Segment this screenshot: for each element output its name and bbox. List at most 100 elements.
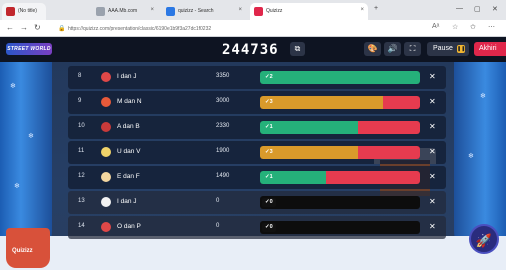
more-menu-icon[interactable]: ⋯ bbox=[488, 23, 495, 31]
player-score: 1490 bbox=[216, 173, 230, 179]
app-header: STREET WORLD 244736 ⧉ 🎨 🔊 ⛶ Pause ❚❚ Akh… bbox=[0, 37, 506, 62]
tab-close-icon[interactable]: × bbox=[360, 7, 364, 13]
pause-label: Pause bbox=[433, 45, 453, 52]
browser-tab-active[interactable]: Quizizz × bbox=[250, 3, 368, 20]
volume-icon: 🔊 bbox=[387, 44, 398, 53]
volume-button[interactable]: 🔊 bbox=[384, 42, 401, 56]
leaderboard: 8I dan J 3350 ✓2 ✕ 9 M dan N 3000 ✓3 ✕ 10 A dan B2… bbox=[68, 66, 446, 241]
rocket-icon: 🚀 bbox=[475, 233, 493, 248]
leaderboard-row: 11 U dan V 1900 ✓3 ✕ bbox=[68, 141, 446, 164]
url-field[interactable]: 🔒 https://quizizz.com/presentation/class… bbox=[58, 23, 418, 34]
new-tab-icon[interactable]: + bbox=[374, 5, 378, 12]
bar-wrong-segment bbox=[357, 146, 420, 159]
bar-partial-segment bbox=[260, 96, 384, 109]
snow-ground bbox=[0, 236, 506, 270]
pause-button[interactable]: Pause ❚❚ bbox=[427, 42, 469, 56]
player-score: 2330 bbox=[216, 123, 230, 129]
accuracy-bar: ✓1 bbox=[260, 121, 420, 134]
bar-correct-segment bbox=[260, 71, 420, 84]
game-code: 244736 bbox=[222, 42, 279, 58]
tab-label: quizizz - Search bbox=[178, 8, 214, 14]
accuracy-bar: ✓3 bbox=[260, 96, 420, 109]
snowflake-icon: ❄ bbox=[28, 133, 34, 140]
player-avatar-icon bbox=[101, 147, 111, 157]
player-score: 3350 bbox=[216, 73, 230, 79]
correct-count-badge: ✓2 bbox=[262, 73, 276, 82]
browser-tab[interactable]: (No title) bbox=[2, 3, 46, 20]
lock-icon: 🔒 bbox=[58, 26, 66, 32]
player-avatar-icon bbox=[101, 122, 111, 132]
remove-player-icon[interactable]: ✕ bbox=[429, 147, 436, 156]
tab-favicon-icon bbox=[254, 7, 263, 16]
maximize-icon[interactable]: ▢ bbox=[474, 5, 481, 13]
accuracy-bar: ✓0 bbox=[260, 221, 420, 234]
remove-player-icon[interactable]: ✕ bbox=[429, 122, 436, 131]
url-text: https://quizizz.com/presentation/classic… bbox=[68, 26, 212, 32]
tab-label: (No title) bbox=[18, 8, 37, 14]
tab-close-icon[interactable]: × bbox=[238, 7, 242, 13]
player-name: I dan J bbox=[117, 73, 137, 80]
player-avatar-icon bbox=[101, 172, 111, 182]
remove-player-icon[interactable]: ✕ bbox=[429, 172, 436, 181]
game-scene: ❄ ❄ ❄ ❄ ❄ Quizizz 8 I dan J 3350 ✓2 ✕ 9 M dan … bbox=[0, 62, 506, 270]
bar-wrong-segment bbox=[383, 96, 420, 109]
theme-button[interactable]: 🎨 bbox=[364, 42, 381, 56]
bar-wrong-segment bbox=[357, 121, 420, 134]
player-avatar-icon bbox=[101, 97, 111, 107]
rank-number: 12 bbox=[78, 173, 85, 179]
remove-player-icon[interactable]: ✕ bbox=[429, 97, 436, 106]
player-name: E dan F bbox=[117, 173, 140, 180]
player-avatar-icon bbox=[101, 72, 111, 82]
rank-number: 9 bbox=[78, 98, 82, 104]
player-score: 0 bbox=[216, 223, 220, 229]
favorite-star-icon[interactable]: ☆ bbox=[452, 23, 458, 31]
remove-player-icon[interactable]: ✕ bbox=[429, 222, 436, 231]
read-aloud-icon[interactable]: Aᵃ bbox=[432, 23, 439, 30]
player-name: A dan B bbox=[117, 123, 140, 130]
snowflake-icon: ❄ bbox=[10, 83, 16, 90]
browser-tab[interactable]: AAA.Mb.com × bbox=[92, 3, 158, 20]
correct-count: 2 bbox=[269, 74, 273, 80]
fullscreen-icon: ⛶ bbox=[409, 44, 416, 53]
accuracy-bar: ✓0 bbox=[260, 196, 420, 209]
bar-wrong-segment bbox=[325, 171, 420, 184]
player-avatar-icon bbox=[101, 222, 111, 232]
rank-number: 10 bbox=[78, 123, 85, 129]
remove-player-icon[interactable]: ✕ bbox=[429, 72, 436, 81]
correct-count: 3 bbox=[269, 99, 273, 105]
accuracy-bar: ✓2 bbox=[260, 71, 420, 84]
player-avatar-icon bbox=[101, 197, 111, 207]
rank-number: 11 bbox=[78, 148, 85, 154]
forward-arrow-icon[interactable]: → bbox=[20, 23, 28, 32]
copy-icon: ⧉ bbox=[294, 44, 301, 53]
rank-number: 8 bbox=[78, 73, 82, 79]
pause-icon: ❚❚ bbox=[457, 45, 466, 53]
correct-count-badge: ✓1 bbox=[262, 123, 276, 132]
copy-code-button[interactable]: ⧉ bbox=[290, 42, 305, 56]
fullscreen-button[interactable]: ⛶ bbox=[404, 42, 421, 56]
remove-player-icon[interactable]: ✕ bbox=[429, 197, 436, 206]
address-bar: ← → ↻ 🔒 https://quizizz.com/presentation… bbox=[0, 20, 506, 37]
correct-count-badge: ✓0 bbox=[262, 223, 276, 232]
accuracy-bar: ✓1 bbox=[260, 171, 420, 184]
tab-label: Quizizz bbox=[266, 8, 283, 14]
snowflake-icon: ❄ bbox=[14, 183, 20, 190]
tab-close-icon[interactable]: × bbox=[150, 7, 154, 13]
browser-tab-bar: (No title) AAA.Mb.com × quizizz - Search… bbox=[0, 0, 506, 20]
player-name: I dan J bbox=[117, 198, 137, 205]
correct-count: 1 bbox=[269, 124, 273, 130]
window-close-icon[interactable]: ✕ bbox=[492, 5, 498, 13]
snowflake-icon: ❄ bbox=[480, 93, 486, 100]
browser-tab[interactable]: quizizz - Search × bbox=[162, 3, 246, 20]
correct-count-badge: ✓3 bbox=[262, 98, 276, 107]
collections-icon[interactable]: ✩ bbox=[470, 23, 476, 31]
correct-count: 0 bbox=[269, 199, 273, 205]
rank-number: 14 bbox=[78, 223, 85, 229]
refresh-icon[interactable]: ↻ bbox=[34, 23, 41, 32]
back-arrow-icon[interactable]: ← bbox=[6, 23, 14, 32]
end-game-button[interactable]: Akhiri bbox=[474, 42, 506, 56]
rocket-button[interactable]: 🚀 bbox=[469, 224, 499, 254]
minimize-icon[interactable]: — bbox=[456, 5, 463, 12]
correct-count: 3 bbox=[269, 149, 273, 155]
leaderboard-row: 13 I dan J 0 ✓0 ✕ bbox=[68, 191, 446, 214]
